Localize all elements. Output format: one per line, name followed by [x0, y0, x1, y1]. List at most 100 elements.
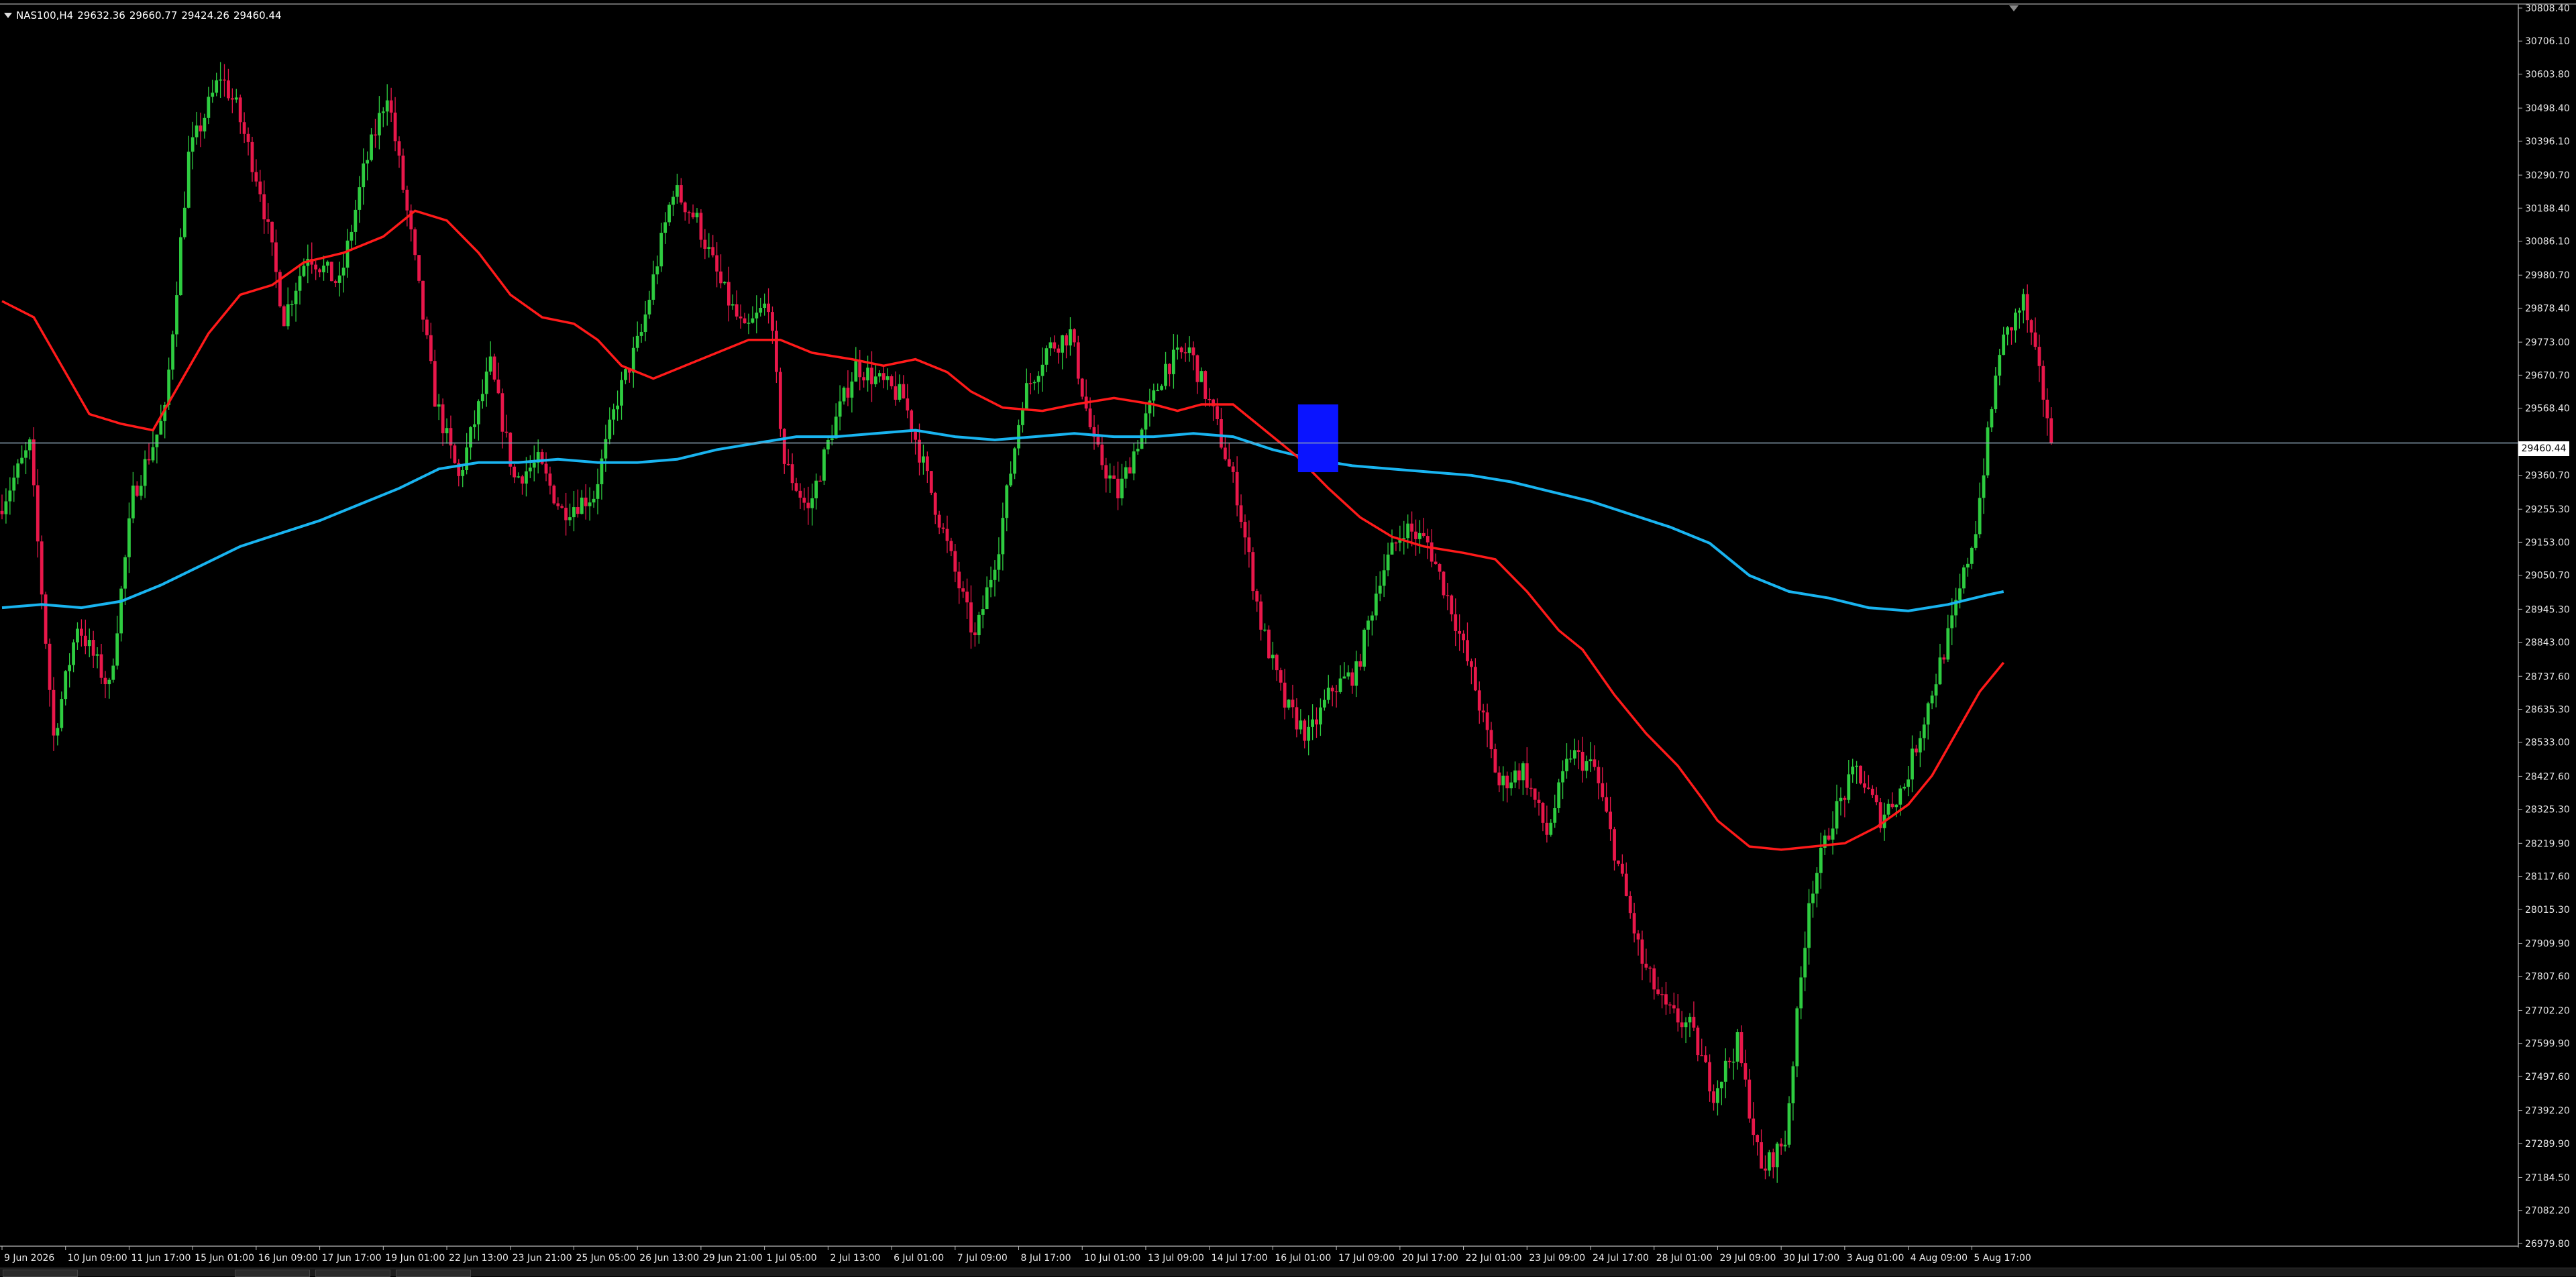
candle-body [1036, 376, 1040, 382]
candle-body [1247, 537, 1251, 553]
candle-body [1545, 822, 1549, 835]
candle-body [1442, 571, 1446, 596]
candle-body [676, 185, 679, 197]
candle-body [885, 376, 890, 380]
candle-body [1855, 765, 1859, 767]
candle-body [1676, 1008, 1680, 1023]
candle-body [850, 381, 854, 398]
candle-body [314, 264, 318, 270]
candle-body [1315, 719, 1318, 725]
chart-tab[interactable] [235, 1270, 310, 1277]
candle-body [985, 587, 989, 610]
candle-body [1227, 459, 1231, 467]
candle-body [699, 213, 703, 240]
candle-body [453, 445, 457, 463]
candle-body [1835, 801, 1839, 829]
candle-body [1572, 750, 1576, 759]
candle-body [1390, 542, 1394, 555]
candle-body [219, 79, 222, 81]
candle-body [1831, 828, 1835, 840]
collapse-arrow-icon[interactable] [4, 13, 12, 18]
candle-body [1275, 655, 1279, 671]
candle-body [87, 640, 91, 647]
candle-body [683, 202, 687, 213]
candle-body [302, 266, 306, 276]
price-label: 28325.30 [2525, 805, 2570, 816]
candle-body [572, 507, 576, 518]
candle-body [1870, 789, 1874, 795]
candle-body [131, 485, 135, 518]
candle-body [1692, 1017, 1696, 1028]
candle-body [814, 480, 818, 498]
time-label: 19 Jun 01:00 [385, 1253, 445, 1264]
candle-body [525, 471, 528, 484]
price-label: 27807.60 [2525, 972, 2570, 983]
chart-tab[interactable] [396, 1270, 471, 1277]
candle-body [1152, 390, 1156, 401]
price-chart[interactable]: 30808.40 30706.10 30603.80 30498.40 30396.10… [0, 0, 2576, 1276]
candle-body [1326, 687, 1330, 700]
candle-body [1049, 342, 1053, 349]
candle-body [1255, 591, 1259, 602]
candle-body [1974, 534, 1978, 548]
candle-body [413, 229, 417, 256]
candle-body [1688, 1017, 1692, 1023]
candle-body [322, 265, 325, 273]
candle-body [44, 594, 48, 644]
time-label: 11 Jun 17:00 [131, 1253, 191, 1264]
candle-body [513, 466, 517, 478]
candle-body [1450, 595, 1454, 615]
candle-body [405, 189, 409, 211]
time-label: 26 Jun 13:00 [639, 1253, 699, 1264]
candle-body [370, 134, 373, 160]
candle-body [588, 502, 592, 506]
candle-body [1847, 774, 1851, 800]
candle-body [350, 231, 354, 241]
candle-body [1783, 1144, 1787, 1147]
candle-body [115, 633, 119, 666]
candle-body [1132, 451, 1136, 474]
candle-body [1716, 1088, 1719, 1103]
candle-body [1466, 640, 1469, 661]
candle-body [1946, 628, 1950, 660]
candle-body [366, 160, 370, 164]
chart-tab[interactable] [3, 1270, 78, 1277]
candle-body [1179, 347, 1183, 353]
candle-body [1807, 903, 1811, 948]
candle-body [234, 97, 238, 100]
candle-body [1696, 1028, 1700, 1056]
candle-body [1191, 347, 1195, 355]
price-label: 27184.50 [2525, 1173, 2570, 1184]
candle-body [139, 486, 143, 496]
candle-body [1175, 347, 1179, 350]
candle-body [99, 654, 103, 678]
candle-body [362, 163, 366, 188]
candle-body [1632, 913, 1636, 934]
candle-body [1791, 1066, 1795, 1104]
candle-body [1350, 672, 1354, 686]
candle-body [1358, 661, 1362, 667]
candle-body [1517, 770, 1521, 781]
candle-body [294, 290, 298, 304]
candle-body [798, 490, 802, 498]
candle-body [993, 569, 997, 580]
chart-window[interactable]: 30808.40 30706.10 30603.80 30498.40 30396.10… [0, 0, 2576, 1277]
chart-shift-marker-icon[interactable] [2009, 5, 2019, 11]
candle-body [1994, 376, 1998, 410]
candle-body [1223, 447, 1227, 459]
candle-body [647, 299, 651, 315]
time-label: 17 Jul 09:00 [1338, 1253, 1395, 1264]
time-label: 16 Jun 09:00 [258, 1253, 318, 1264]
symbol-label: NAS100,H4 [16, 9, 74, 21]
candle-body [381, 111, 385, 113]
candle-body [238, 97, 242, 123]
candle-body [548, 474, 552, 486]
candle-body [445, 428, 449, 433]
candle-body [862, 377, 866, 381]
candle-body [719, 271, 722, 284]
candle-body [834, 417, 838, 439]
candle-body [1001, 518, 1005, 555]
chart-tab[interactable] [315, 1270, 390, 1277]
candle-body [870, 368, 873, 384]
candle-body [1624, 873, 1628, 896]
